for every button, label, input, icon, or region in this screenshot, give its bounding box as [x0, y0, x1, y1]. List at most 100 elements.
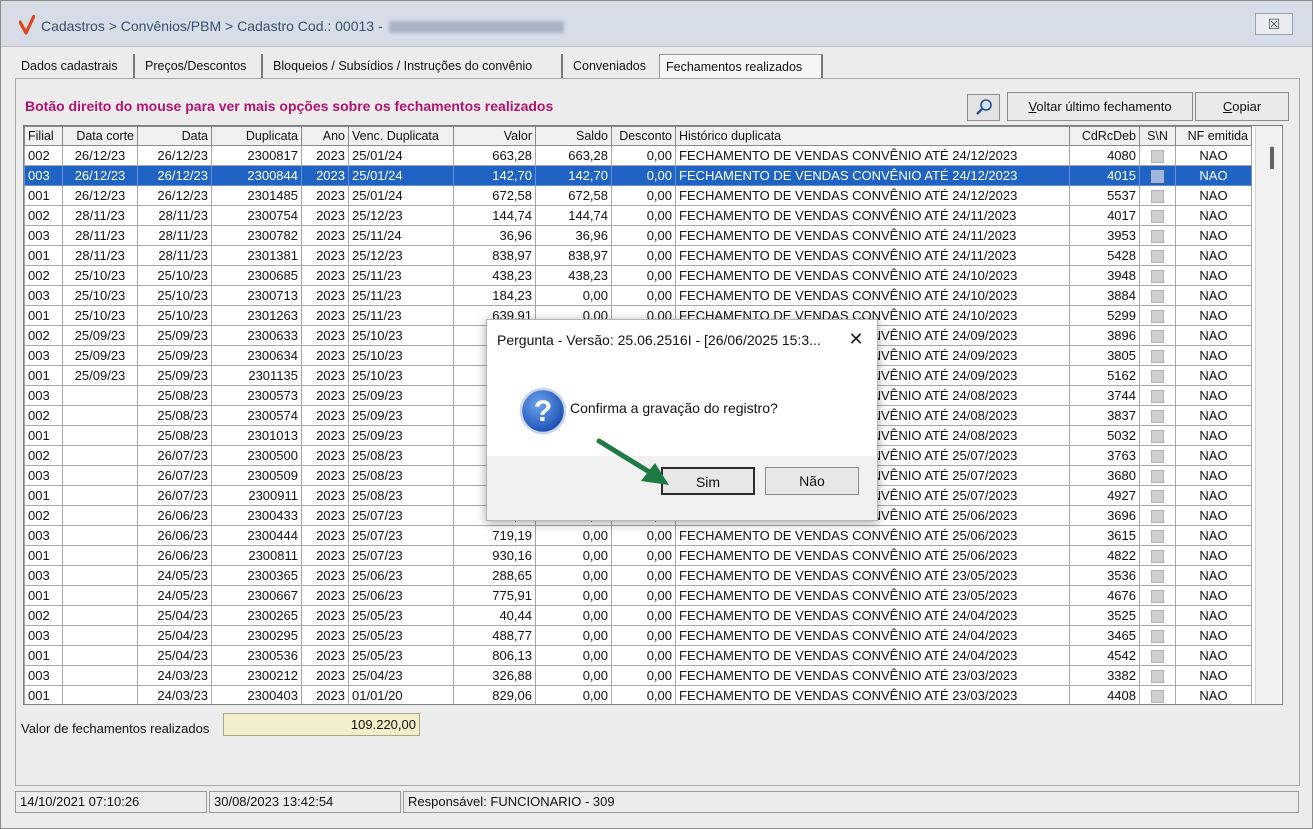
sn-checkbox[interactable] [1151, 550, 1164, 564]
sn-checkbox[interactable] [1151, 630, 1164, 644]
table-row[interactable]: 001 24/05/23 2300667 2023 25/06/23 775,91 0,00… [24, 585, 1252, 606]
header-col-duplicata[interactable]: Duplicata [211, 126, 302, 146]
yes-button[interactable]: Sim [661, 467, 755, 495]
sn-checkbox[interactable] [1151, 330, 1164, 344]
col-sn-cell[interactable] [1139, 485, 1176, 506]
header-col-ano[interactable]: Ano [301, 126, 349, 146]
header-col-historico[interactable]: Histórico duplicata [675, 126, 1070, 146]
sn-checkbox[interactable] [1151, 410, 1164, 424]
col-sn-cell[interactable] [1139, 565, 1176, 586]
col-sn-cell[interactable] [1139, 145, 1176, 166]
table-row[interactable]: 003 26/12/23 26/12/23 2300844 2023 25/01/24 14… [24, 165, 1252, 186]
sn-checkbox[interactable] [1151, 570, 1164, 584]
table-row[interactable]: 001 28/11/23 28/11/23 2301381 2023 25/12/23 83… [24, 245, 1252, 266]
table-row[interactable]: 001 26/06/23 2300811 2023 25/07/23 930,16 0,00… [24, 545, 1252, 566]
col-sn-cell[interactable] [1139, 385, 1176, 406]
col-sn-cell[interactable] [1139, 405, 1176, 426]
sn-checkbox[interactable] [1151, 150, 1164, 164]
col-sn-cell[interactable] [1139, 205, 1176, 226]
table-row[interactable]: 003 24/05/23 2300365 2023 25/06/23 288,65 0,00… [24, 565, 1252, 586]
col-sn-cell[interactable] [1139, 645, 1176, 666]
sn-checkbox[interactable] [1151, 170, 1164, 184]
col-sn-cell[interactable] [1139, 605, 1176, 626]
table-row[interactable]: 003 26/06/23 2300444 2023 25/07/23 719,19 0,00… [24, 525, 1252, 546]
sn-checkbox[interactable] [1151, 650, 1164, 664]
col-sn-cell[interactable] [1139, 525, 1176, 546]
sn-checkbox[interactable] [1151, 210, 1164, 224]
sn-checkbox[interactable] [1151, 190, 1164, 204]
col-sn-cell[interactable] [1139, 345, 1176, 366]
tab-dados-cadastrais[interactable]: Dados cadastrais [15, 54, 135, 78]
sn-checkbox[interactable] [1151, 290, 1164, 304]
tab-fechamentos-realizados[interactable]: Fechamentos realizados [659, 54, 823, 78]
sn-checkbox[interactable] [1151, 530, 1164, 544]
sn-checkbox[interactable] [1151, 390, 1164, 404]
col-sn-cell[interactable] [1139, 245, 1176, 266]
col-sn-cell[interactable] [1139, 265, 1176, 286]
dialog-close-button[interactable]: ✕ [847, 330, 865, 348]
col-sn-cell[interactable] [1139, 445, 1176, 466]
table-row[interactable]: 001 26/12/23 26/12/23 2301485 2023 25/01/24 67… [24, 185, 1252, 206]
window-close-button[interactable]: ☒ [1255, 13, 1293, 35]
sn-checkbox[interactable] [1151, 470, 1164, 484]
sn-checkbox[interactable] [1151, 270, 1164, 284]
col-sn-cell[interactable] [1139, 505, 1176, 526]
header-col-data-corte[interactable]: Data corte [62, 126, 138, 146]
vertical-scrollbar[interactable] [1255, 126, 1281, 704]
header-col-valor[interactable]: Valor [453, 126, 536, 146]
col-sn-cell[interactable] [1139, 185, 1176, 206]
sn-checkbox[interactable] [1151, 510, 1164, 524]
table-row[interactable]: 001 24/03/23 2300403 2023 01/01/20 829,06 0,00… [24, 685, 1252, 704]
col-sn-cell[interactable] [1139, 685, 1176, 704]
table-row[interactable]: 003 25/10/23 25/10/23 2300713 2023 25/11/23 18… [24, 285, 1252, 306]
header-col-sn[interactable]: S\N [1139, 126, 1176, 146]
col-sn-cell[interactable] [1139, 225, 1176, 246]
sn-checkbox[interactable] [1151, 490, 1164, 504]
table-row[interactable]: 002 26/12/23 26/12/23 2300817 2023 25/01/24 66… [24, 145, 1252, 166]
table-row[interactable]: 002 25/10/23 25/10/23 2300685 2023 25/11/23 43… [24, 265, 1252, 286]
col-sn-cell[interactable] [1139, 285, 1176, 306]
tab-bloqueios-subsidios[interactable]: Bloqueios / Subsídios / Instruções do co… [267, 54, 563, 78]
header-col-vencimento[interactable]: Venc. Duplicata [348, 126, 454, 146]
sn-checkbox[interactable] [1151, 250, 1164, 264]
col-sn-cell[interactable] [1139, 305, 1176, 326]
col-sn-cell[interactable] [1139, 465, 1176, 486]
sn-checkbox[interactable] [1151, 350, 1164, 364]
col-sn-cell[interactable] [1139, 625, 1176, 646]
copy-button[interactable]: Copiar [1195, 92, 1289, 121]
col-sn-cell[interactable] [1139, 365, 1176, 386]
sn-checkbox[interactable] [1151, 590, 1164, 604]
sn-checkbox[interactable] [1151, 430, 1164, 444]
table-row[interactable]: 003 28/11/23 28/11/23 2300782 2023 25/11/24 36… [24, 225, 1252, 246]
tab-conveniados[interactable]: Conveniados [567, 54, 661, 78]
header-col-saldo[interactable]: Saldo [535, 126, 612, 146]
table-row[interactable]: 003 24/03/23 2300212 2023 25/04/23 326,88 0,00… [24, 665, 1252, 686]
sn-checkbox[interactable] [1151, 370, 1164, 384]
scrollbar-thumb[interactable] [1270, 147, 1274, 169]
tab-precos-descontos[interactable]: Preços/Descontos [139, 54, 263, 78]
header-col-nf-emitida[interactable]: NF emitida [1175, 126, 1252, 146]
col-sn-cell[interactable] [1139, 325, 1176, 346]
header-col-desconto[interactable]: Desconto [611, 126, 676, 146]
sn-checkbox[interactable] [1151, 610, 1164, 624]
table-row[interactable]: 003 25/04/23 2300295 2023 25/05/23 488,77 0,00… [24, 625, 1252, 646]
header-col-filial[interactable]: Filial [24, 126, 63, 146]
col-sn-cell[interactable] [1139, 165, 1176, 186]
header-col-cdrcdeb[interactable]: CdRcDeb [1069, 126, 1140, 146]
col-sn-cell[interactable] [1139, 665, 1176, 686]
table-row[interactable]: 001 25/04/23 2300536 2023 25/05/23 806,13 0,00… [24, 645, 1252, 666]
sn-checkbox[interactable] [1151, 230, 1164, 244]
header-col-data[interactable]: Data [137, 126, 212, 146]
table-row[interactable]: 002 28/11/23 28/11/23 2300754 2023 25/12/23 14… [24, 205, 1252, 226]
search-button[interactable] [967, 94, 1000, 121]
sn-checkbox[interactable] [1151, 310, 1164, 324]
col-sn-cell[interactable] [1139, 425, 1176, 446]
sn-checkbox[interactable] [1151, 450, 1164, 464]
col-sn-cell[interactable] [1139, 545, 1176, 566]
col-sn-cell[interactable] [1139, 585, 1176, 606]
no-button[interactable]: Não [765, 467, 859, 495]
table-row[interactable]: 002 25/04/23 2300265 2023 25/05/23 40,44 0,00 0… [24, 605, 1252, 626]
sn-checkbox[interactable] [1151, 690, 1164, 704]
revert-last-closing-button[interactable]: Voltar último fechamento [1007, 92, 1193, 121]
sn-checkbox[interactable] [1151, 670, 1164, 684]
